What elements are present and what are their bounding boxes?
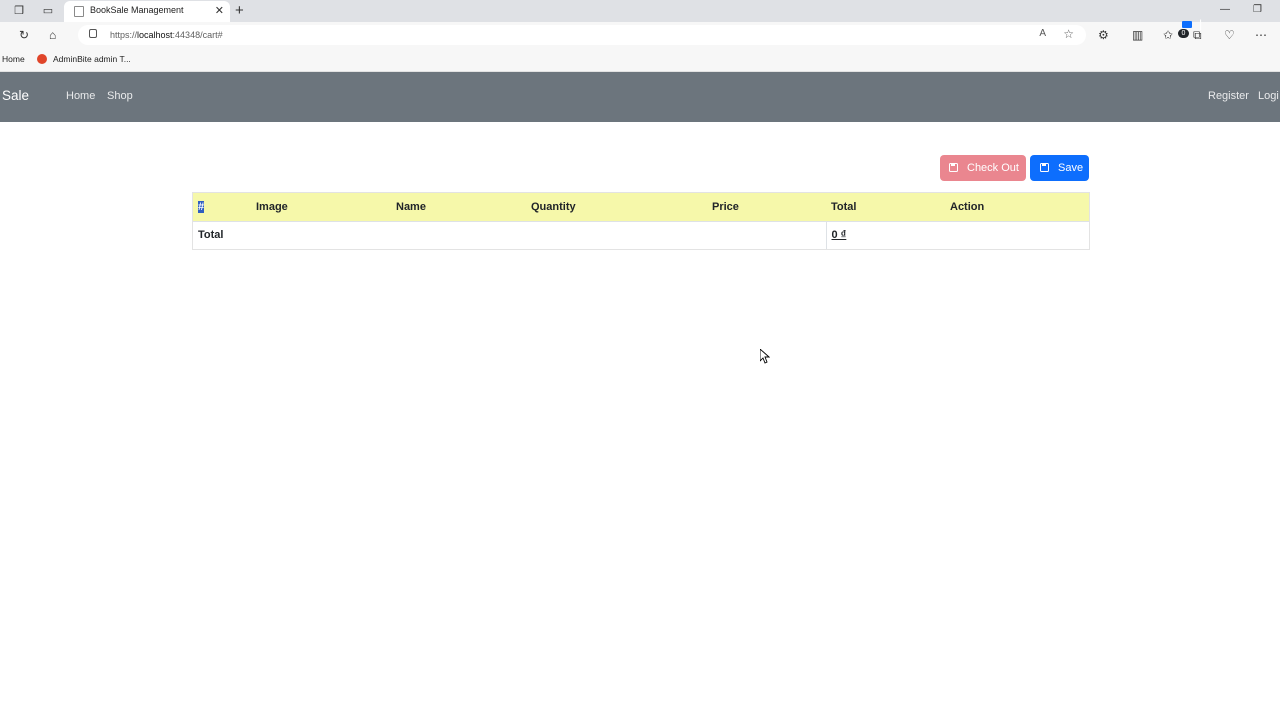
tab-close-icon[interactable]: ✕ [215,4,224,17]
extensions-icon[interactable]: ⚙ [1098,28,1109,42]
browser-toolbar: ↻ ⌂ https://localhost:44348/cart# A ☆ ⚙ … [0,22,1280,48]
tab-actions-icon[interactable]: ▭ [41,4,55,18]
checkout-button[interactable]: Check Out [940,155,1026,181]
grand-total-value: 0 ₫ [825,221,1089,250]
favorite-star-icon[interactable]: ☆ [1063,27,1074,41]
browser-tab[interactable]: BookSale Management ✕ [64,1,230,22]
home-icon[interactable]: ⌂ [49,28,56,42]
site-navbar: ok Sale Home Shop [0,72,1280,122]
column-header-action: Action [945,193,1089,222]
save-disk-icon [949,163,958,172]
read-aloud-icon[interactable]: A [1039,28,1046,39]
checkout-button-label: Check Out [967,162,1019,174]
cart-table: # Image Name Quantity Price Total Action… [193,193,1089,250]
bookmark-home[interactable]: Home [2,54,25,64]
column-header-price: Price [707,193,826,222]
tab-title: BookSale Management [90,5,184,15]
refresh-icon[interactable]: ↻ [19,28,29,42]
save-disk-icon [1040,163,1049,172]
cart-count-badge: 0 [1178,29,1189,38]
lock-icon[interactable] [89,29,97,38]
more-menu-icon[interactable]: ⋯ [1255,28,1267,42]
nav-separator: | [1199,17,1203,31]
page-favicon-icon [74,6,84,17]
workspaces-icon[interactable]: ❒ [12,4,26,18]
address-bar[interactable]: https://localhost:44348/cart# A ☆ [78,25,1086,45]
new-tab-icon[interactable]: + [235,2,244,19]
table-footer-row: Total 0 ₫ [193,221,1089,250]
column-header-image: Image [251,193,391,222]
column-header-name: Name [391,193,526,222]
table-header-row: # Image Name Quantity Price Total Action [193,193,1089,222]
browser-tab-bar: ❒ ▭ BookSale Management ✕ + — ❐ [0,0,1280,22]
register-link[interactable]: Register [1208,90,1249,102]
nav-home-link[interactable]: Home [66,90,95,102]
url-text[interactable]: https://localhost:44348/cart# [110,30,223,40]
favorites-icon[interactable]: ✩ [1163,28,1173,42]
column-header-index: # [193,193,251,222]
grand-total-label: Total [193,221,826,250]
bookmark-adminbite[interactable]: AdminBite admin T... [53,54,131,64]
column-header-total: Total [826,193,945,222]
column-header-quantity: Quantity [526,193,707,222]
restore-icon[interactable]: ❐ [1253,4,1262,15]
nav-shop-link[interactable]: Shop [107,90,133,102]
adminbite-favicon-icon [37,54,47,64]
browser-essentials-icon[interactable]: ♡ [1224,28,1235,42]
brand-link[interactable]: ok Sale [0,88,29,103]
save-button[interactable]: Save [1030,155,1089,181]
minimize-icon[interactable]: — [1220,4,1230,15]
bookmarks-bar: Home AdminBite admin T... [0,48,1280,72]
login-link[interactable]: Logi [1258,90,1279,102]
split-screen-icon[interactable]: ▥ [1132,28,1143,42]
save-button-label: Save [1058,162,1084,174]
